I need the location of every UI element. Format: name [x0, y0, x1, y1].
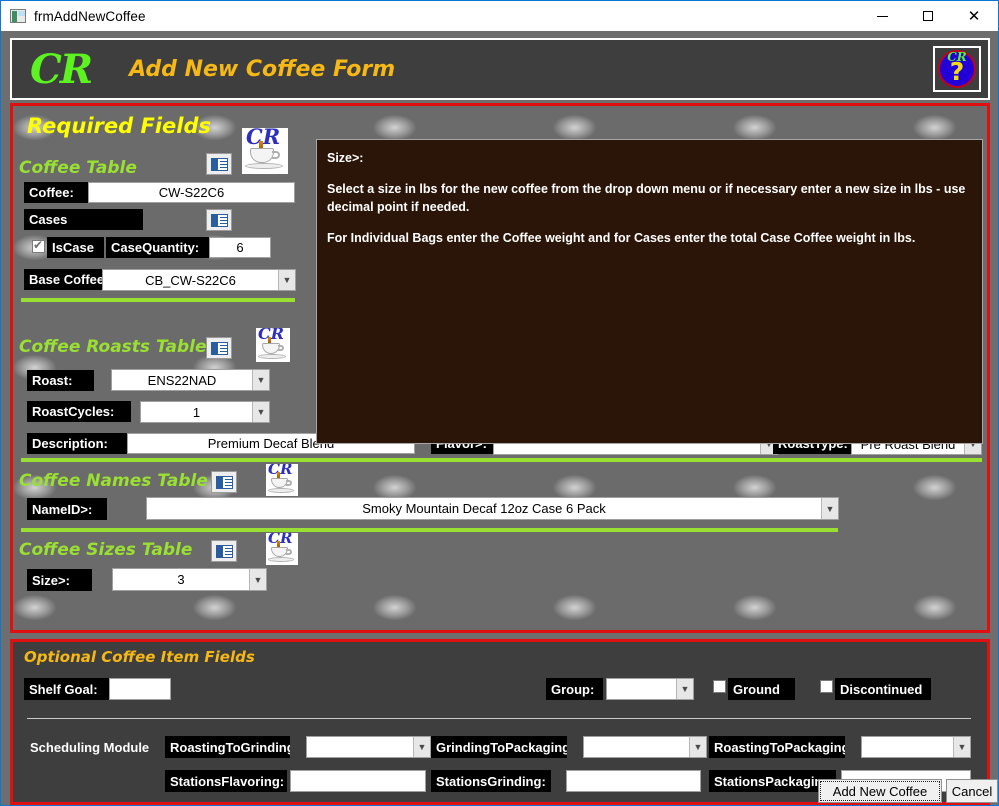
coffee-cup-cr-icon-roasts: CR	[256, 328, 290, 362]
coffee-table-datasheet-icon[interactable]	[206, 153, 232, 175]
shelfgoal-input[interactable]	[109, 678, 171, 700]
basecoffee-combobox[interactable]: CB_CW-S22C6 ▼	[102, 269, 296, 291]
cancel-button[interactable]: Cancel	[946, 779, 998, 803]
help-question-icon: CR ?	[938, 50, 976, 88]
nameid-label: NameID>:	[27, 498, 107, 520]
group-combobox[interactable]: ▼	[606, 678, 694, 700]
roastingtogrinding-combobox[interactable]: ▼	[306, 736, 431, 758]
form-icon	[10, 9, 26, 23]
divider-coffee-table	[21, 298, 295, 302]
nameid-combobox[interactable]: Smoky Mountain Decaf 12oz Case 6 Pack ▼	[146, 497, 839, 520]
roast-label: Roast:	[27, 370, 94, 391]
roastcycles-combobox[interactable]: 1 ▼	[140, 401, 270, 423]
grindingtopackaging-label: GrindingToPackaging:	[431, 736, 567, 758]
roastcycles-value: 1	[192, 404, 201, 420]
group-label: Group:	[546, 678, 603, 700]
application-window: frmAddNewCoffee ✕ CR Add New Coffee Form…	[0, 0, 999, 806]
roastcycles-label: RoastCycles:	[27, 401, 131, 422]
chevron-down-icon[interactable]: ▼	[953, 737, 970, 757]
help-paragraph-1: Select a size in lbs for the new coffee …	[327, 182, 966, 215]
add-new-coffee-button[interactable]: Add New Coffee	[818, 779, 942, 803]
help-heading: Size>:	[327, 151, 364, 165]
ground-checkbox[interactable]	[713, 680, 726, 693]
size-combobox[interactable]: 3 ▼	[112, 568, 267, 591]
coffee-label: Coffee:	[24, 182, 96, 203]
coffee-cup-cr-icon-sizes: CR	[266, 533, 298, 565]
chevron-down-icon[interactable]: ▼	[413, 737, 430, 757]
cr-logo-text: CR	[30, 45, 93, 93]
window-title-bar: frmAddNewCoffee ✕	[1, 1, 998, 31]
grindingtopackaging-combobox[interactable]: ▼	[583, 736, 707, 758]
coffee-sizes-table-title: Coffee Sizes Table	[19, 540, 193, 560]
roast-value: ENS22NAD	[147, 372, 217, 388]
discontinued-label: Discontinued	[835, 678, 931, 700]
roast-combobox[interactable]: ENS22NAD ▼	[111, 369, 270, 391]
form-header: CR Add New Coffee Form CR ?	[10, 38, 990, 100]
coffee-roasts-table-title: Coffee Roasts Table	[19, 337, 207, 357]
coffee-names-table-title: Coffee Names Table	[19, 471, 208, 491]
close-icon[interactable]: ✕	[951, 1, 997, 31]
nameid-value: Smoky Mountain Decaf 12oz Case 6 Pack	[362, 501, 606, 516]
roastingtopackaging-label: RoastingToPackaging:	[709, 736, 845, 758]
required-fields-panel: Required Fields Coffee Table CR Coffee: …	[10, 103, 990, 633]
page-title: Add New Coffee Form	[129, 56, 396, 82]
chevron-down-icon[interactable]: ▼	[252, 402, 269, 422]
chevron-down-icon[interactable]: ▼	[676, 679, 693, 699]
help-button[interactable]: CR ?	[933, 46, 981, 92]
basecoffee-label: Base Coffee	[24, 269, 106, 290]
cases-label: Cases	[24, 209, 143, 230]
window-title: frmAddNewCoffee	[34, 8, 146, 24]
coffee-names-datasheet-icon[interactable]	[211, 471, 237, 493]
roastingtogrinding-label: RoastingToGrinding:	[165, 736, 290, 758]
basecoffee-value: CB_CW-S22C6	[145, 272, 236, 288]
iscase-checkbox[interactable]	[32, 238, 45, 253]
coffee-cup-cr-icon: CR	[242, 128, 288, 174]
cases-datasheet-icon[interactable]	[206, 209, 232, 231]
chevron-down-icon[interactable]: ▼	[252, 370, 269, 390]
coffee-sizes-datasheet-icon[interactable]	[211, 540, 237, 562]
divider-coffee-names	[21, 528, 838, 532]
chevron-down-icon[interactable]: ▼	[689, 737, 706, 757]
chevron-down-icon[interactable]: ▼	[278, 270, 295, 290]
coffee-roasts-datasheet-icon[interactable]	[206, 337, 232, 359]
chevron-down-icon[interactable]: ▼	[821, 498, 838, 519]
description-label: Description:	[27, 433, 127, 454]
coffee-cup-cr-icon-names: CR	[266, 464, 298, 496]
size-value: 3	[177, 572, 185, 587]
optional-fields-title: Optional Coffee Item Fields	[24, 648, 255, 666]
required-fields-title: Required Fields	[27, 114, 212, 138]
form-body: CR Add New Coffee Form CR ? Required Fie…	[1, 31, 998, 805]
casequantity-label: CaseQuantity:	[106, 237, 209, 258]
help-text-panel: Size>: Select a size in lbs for the new …	[316, 139, 983, 444]
discontinued-checkbox[interactable]	[820, 680, 833, 693]
size-label: Size>:	[27, 569, 92, 591]
iscase-label: IsCase	[47, 237, 104, 258]
minimize-icon[interactable]	[859, 1, 905, 31]
divider-scheduling	[27, 718, 971, 719]
coffee-table-title: Coffee Table	[19, 158, 137, 178]
divider-coffee-roasts	[21, 458, 982, 462]
coffee-input[interactable]: CW-S22C6	[88, 182, 295, 203]
help-paragraph-2: For Individual Bags enter the Coffee wei…	[327, 231, 916, 246]
scheduling-module-label: Scheduling Module	[30, 739, 150, 755]
form-footer: Add New Coffee Cancel	[1, 777, 998, 805]
help-q-text: ?	[949, 57, 965, 86]
maximize-icon[interactable]	[905, 1, 951, 31]
ground-label: Ground	[728, 678, 795, 700]
chevron-down-icon[interactable]: ▼	[249, 569, 266, 590]
roastingtopackaging-combobox[interactable]: ▼	[861, 736, 971, 758]
shelfgoal-label: Shelf Goal:	[24, 678, 109, 700]
casequantity-input[interactable]: 6	[209, 237, 271, 258]
